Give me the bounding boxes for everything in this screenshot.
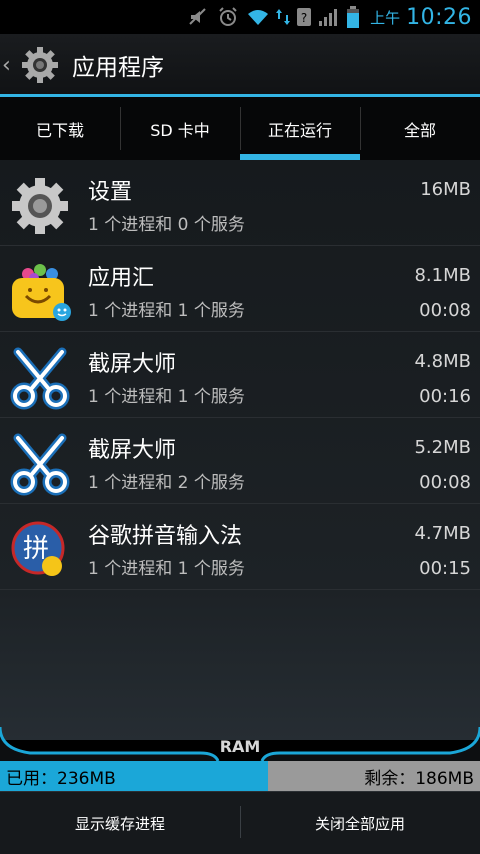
alarm-icon — [216, 6, 240, 28]
status-time: 10:26 — [406, 4, 472, 30]
app-process-detail: 1 个进程和 1 个服务 — [88, 301, 245, 321]
bottom-button-bar: 显示缓存进程 关闭全部应用 — [0, 791, 480, 854]
app-run-time: 00:15 — [419, 558, 471, 579]
app-process-detail: 1 个进程和 1 个服务 — [88, 559, 245, 579]
tab-label: SD 卡中 — [150, 120, 210, 140]
list-item[interactable]: 截屏大师 1 个进程和 1 个服务 4.8MB 00:16 — [0, 332, 480, 418]
pinyin-ime-icon: 拼 — [8, 518, 72, 582]
app-run-time: 00:08 — [419, 472, 471, 493]
ram-free-text: 剩余：186MB — [364, 768, 474, 789]
app-name: 设置 — [88, 180, 133, 205]
back-chevron-icon[interactable]: ‹ — [2, 53, 18, 78]
app-memory-size: 16MB — [420, 179, 471, 200]
app-run-time: 00:16 — [419, 386, 471, 407]
action-bar: ‹ 应用程序 — [0, 34, 480, 96]
tab-label: 已下载 — [35, 120, 84, 140]
app-name: 截屏大师 — [88, 438, 177, 463]
settings-gear-icon — [8, 174, 72, 238]
app-memory-size: 4.7MB — [414, 523, 471, 544]
mute-icon — [186, 6, 210, 28]
data-arrows-icon — [276, 6, 291, 28]
ram-label: RAM — [219, 737, 261, 756]
scissors-icon — [8, 346, 72, 410]
button-label: 显示缓存进程 — [74, 814, 165, 833]
list-item[interactable]: 拼 谷歌拼音输入法 1 个进程和 1 个服务 4.7MB 00:15 — [0, 504, 480, 590]
tab-downloaded[interactable]: 已下载 — [0, 97, 120, 160]
ram-header: RAM — [0, 715, 480, 761]
running-app-list: 设置 1 个进程和 0 个服务 16MB 应用汇 1 个进程和 1 个服务 8.… — [0, 160, 480, 590]
app-run-time: 00:08 — [419, 300, 471, 321]
app-process-detail: 1 个进程和 2 个服务 — [88, 473, 245, 493]
status-ampm: 上午 — [370, 8, 401, 27]
list-item[interactable]: 应用汇 1 个进程和 1 个服务 8.1MB 00:08 — [0, 246, 480, 332]
battery-icon — [346, 6, 360, 28]
svg-text:?: ? — [301, 11, 307, 25]
app-process-detail: 1 个进程和 1 个服务 — [88, 387, 245, 407]
scissors-icon — [8, 432, 72, 496]
close-all-apps-button[interactable]: 关闭全部应用 — [240, 792, 480, 854]
app-name: 截屏大师 — [88, 352, 177, 377]
settings-gear-icon[interactable] — [20, 45, 60, 85]
tab-label: 全部 — [403, 120, 436, 140]
tab-running[interactable]: 正在运行 — [240, 97, 360, 160]
signal-icon — [318, 6, 340, 28]
tab-label: 正在运行 — [267, 120, 332, 140]
list-item[interactable]: 截屏大师 1 个进程和 2 个服务 5.2MB 00:08 — [0, 418, 480, 504]
wifi-icon — [246, 6, 270, 28]
tab-all[interactable]: 全部 — [360, 97, 480, 160]
ram-used-text: 已用：236MB — [6, 768, 116, 789]
tab-bar: 已下载 SD 卡中 正在运行 全部 — [0, 97, 480, 160]
sim-unknown-icon: ? — [296, 6, 312, 28]
button-label: 关闭全部应用 — [314, 814, 405, 833]
app-memory-size: 8.1MB — [414, 265, 471, 286]
app-name: 应用汇 — [88, 266, 155, 291]
page-title: 应用程序 — [72, 55, 164, 81]
app-process-detail: 1 个进程和 0 个服务 — [88, 215, 245, 235]
list-item[interactable]: 设置 1 个进程和 0 个服务 16MB — [0, 160, 480, 246]
app-memory-size: 5.2MB — [414, 437, 471, 458]
ram-free: 剩余：186MB — [268, 761, 480, 791]
ram-used: 已用：236MB — [0, 761, 269, 791]
app-memory-size: 4.8MB — [414, 351, 471, 372]
status-bar: ? 上午 10:26 — [0, 0, 480, 34]
ram-usage-bar: 已用：236MB 剩余：186MB — [0, 761, 480, 791]
show-cached-processes-button[interactable]: 显示缓存进程 — [0, 792, 240, 854]
appchina-bag-icon — [8, 260, 72, 324]
tab-sd-card[interactable]: SD 卡中 — [120, 97, 240, 160]
app-name: 谷歌拼音输入法 — [88, 524, 243, 549]
